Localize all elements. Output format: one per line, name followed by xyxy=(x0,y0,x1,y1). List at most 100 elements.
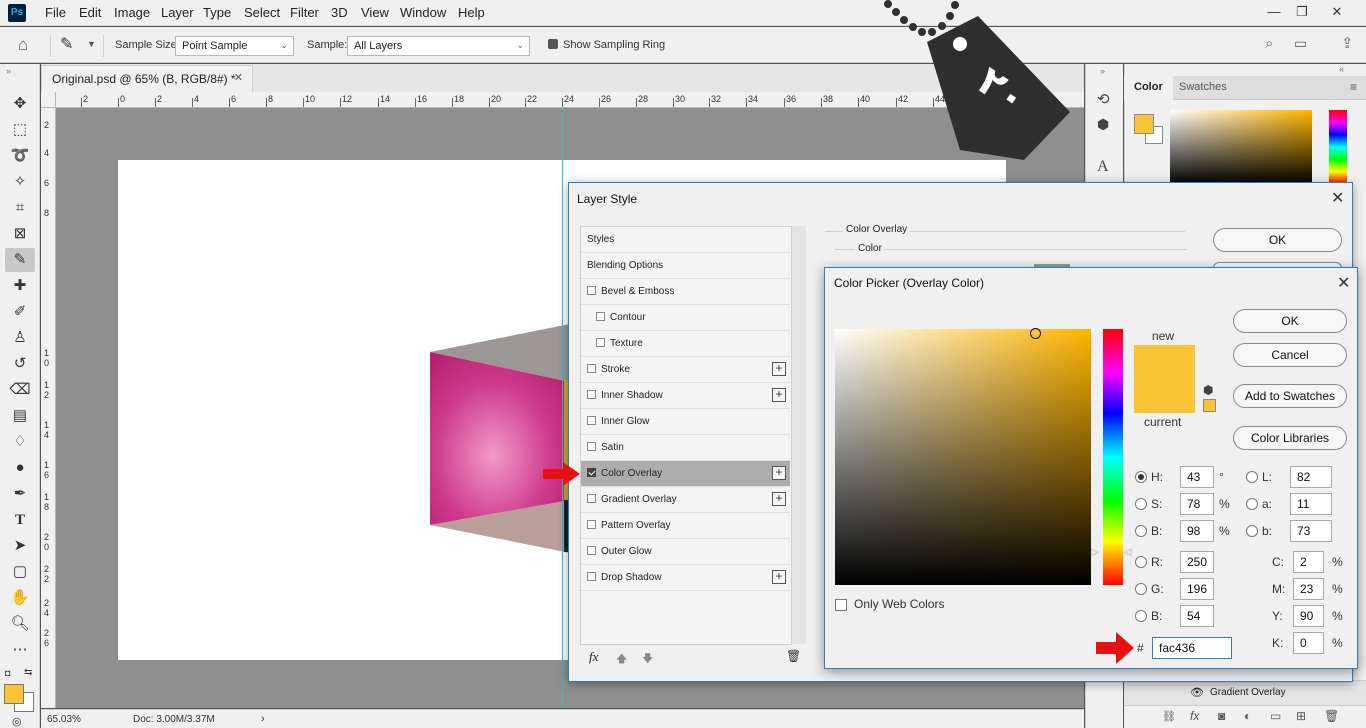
menu-filter[interactable]: Filter xyxy=(290,5,319,20)
style-item-texture[interactable]: Texture xyxy=(581,331,790,357)
collapse-icon[interactable]: » xyxy=(6,66,11,76)
history-brush-tool-icon[interactable]: ↺ xyxy=(5,352,35,376)
lab-value-field[interactable]: 11 xyxy=(1290,493,1332,515)
hsb-value-field[interactable]: 43 xyxy=(1180,466,1214,488)
hsb-radio[interactable] xyxy=(1135,471,1147,483)
menu-select[interactable]: Select xyxy=(244,5,280,20)
shape-tool-icon[interactable]: ▢ xyxy=(5,560,35,584)
move-down-icon[interactable]: 🡇 xyxy=(642,650,653,669)
guide-line[interactable] xyxy=(562,108,563,708)
foreground-color-swatch[interactable] xyxy=(4,684,24,704)
type-tool-icon[interactable]: T xyxy=(5,508,35,532)
style-checkbox[interactable] xyxy=(587,442,596,451)
hsb-radio[interactable] xyxy=(1135,498,1147,510)
only-web-colors-checkbox[interactable] xyxy=(835,599,847,611)
zoom-level[interactable]: 65.03% xyxy=(47,714,81,725)
close-tab-icon[interactable]: ✕ xyxy=(234,71,243,84)
style-checkbox[interactable] xyxy=(587,546,596,555)
crop-tool-icon[interactable]: ⌗ xyxy=(5,196,35,220)
new-layer-icon[interactable]: ⊞ xyxy=(1296,709,1306,723)
style-checkbox[interactable] xyxy=(587,572,596,581)
style-checkbox[interactable] xyxy=(587,286,596,295)
menu-window[interactable]: Window xyxy=(400,5,446,20)
workspace-icon[interactable]: ▭ xyxy=(1294,35,1307,52)
eyedropper-tool-icon[interactable]: ✎ xyxy=(60,34,73,54)
panel-menu-icon[interactable]: ≡ xyxy=(1350,80,1357,94)
panel-color-field[interactable] xyxy=(1170,110,1312,184)
style-checkbox[interactable] xyxy=(596,312,605,321)
add-style-plus-icon[interactable]: + xyxy=(772,492,786,506)
swap-colors-icon[interactable]: ⇆ xyxy=(24,667,32,678)
visibility-eye-icon[interactable]: 👁︎ xyxy=(1190,686,1204,699)
hue-slider-right-arrow[interactable]: ◁ xyxy=(1124,547,1132,558)
style-item-pattern-overlay[interactable]: Pattern Overlay xyxy=(581,513,790,539)
new-group-icon[interactable]: ▭ xyxy=(1270,709,1281,723)
collapse-icon[interactable]: » xyxy=(1100,66,1105,76)
add-style-plus-icon[interactable]: + xyxy=(772,570,786,584)
lab-radio[interactable] xyxy=(1246,525,1258,537)
lab-value-field[interactable]: 82 xyxy=(1290,466,1332,488)
layer-effect-row[interactable]: 👁︎ Gradient Overlay xyxy=(1124,680,1366,705)
zoom-tool-icon[interactable]: 🔍︎ xyxy=(5,612,35,636)
hand-tool-icon[interactable]: ✋ xyxy=(5,586,35,610)
vertical-ruler[interactable]: 2 4 6 8 1 0 1 2 1 4 1 6 1 8 2 0 2 2 2 4 2 6 xyxy=(41,108,56,708)
cmyk-value-field[interactable]: 0 xyxy=(1293,632,1324,654)
color-libraries-button[interactable]: Color Libraries xyxy=(1233,426,1347,450)
history-panel-icon[interactable]: ⟲ xyxy=(1097,90,1110,108)
trash-icon[interactable]: 🗑︎ xyxy=(1324,709,1339,723)
path-selection-tool-icon[interactable]: ➤ xyxy=(5,534,35,558)
color-field-cursor[interactable] xyxy=(1030,328,1041,339)
style-checkbox[interactable] xyxy=(587,364,596,373)
hsb-value-field[interactable]: 78 xyxy=(1180,493,1214,515)
current-color-swatch[interactable] xyxy=(1134,379,1195,413)
chevron-down-icon[interactable]: ▼ xyxy=(87,39,96,49)
style-checkbox[interactable] xyxy=(596,338,605,347)
style-item-color-overlay[interactable]: Color Overlay + xyxy=(581,461,790,487)
hsb-value-field[interactable]: 98 xyxy=(1180,520,1214,542)
rgb-radio[interactable] xyxy=(1135,583,1147,595)
color-picker-cancel-button[interactable]: Cancel xyxy=(1233,343,1347,367)
adjustment-layer-icon[interactable]: ◐ xyxy=(1244,709,1251,723)
lab-radio[interactable] xyxy=(1246,498,1258,510)
chevron-right-icon[interactable]: › xyxy=(261,713,265,725)
eyedropper-tool-icon[interactable]: ✎ xyxy=(5,248,35,272)
style-item-gradient-overlay[interactable]: Gradient Overlay + xyxy=(581,487,790,513)
hue-slider-left-arrow[interactable]: ▷ xyxy=(1091,547,1099,558)
panel-foreground-swatch[interactable] xyxy=(1134,114,1154,134)
rgb-value-field[interactable]: 196 xyxy=(1180,578,1214,600)
trash-icon[interactable]: 🗑︎ xyxy=(786,649,801,663)
close-icon[interactable]: ✕ xyxy=(1331,188,1344,208)
layer-mask-icon[interactable]: ◙ xyxy=(1218,709,1225,723)
tab-color[interactable]: Color xyxy=(1124,76,1173,100)
hex-field[interactable]: fac436 xyxy=(1152,637,1232,659)
style-checkbox[interactable] xyxy=(587,468,596,477)
stamp-tool-icon[interactable]: ♙ xyxy=(5,326,35,350)
style-item-blending-options[interactable]: Blending Options xyxy=(581,253,790,279)
style-item-styles[interactable]: Styles xyxy=(581,227,790,253)
character-panel-icon[interactable]: A xyxy=(1097,158,1109,176)
cmyk-value-field[interactable]: 2 xyxy=(1293,551,1324,573)
style-item-stroke[interactable]: Stroke + xyxy=(581,357,790,383)
fx-icon[interactable]: fx xyxy=(589,649,598,665)
reset-colors-icon[interactable]: ◘ xyxy=(5,668,10,678)
gamut-color-swatch[interactable] xyxy=(1203,399,1216,412)
menu-image[interactable]: Image xyxy=(114,5,150,20)
3d-panel-icon[interactable]: ⬢ xyxy=(1097,116,1109,133)
show-ring-checkbox[interactable] xyxy=(548,39,558,49)
hue-slider[interactable] xyxy=(1103,329,1123,585)
rgb-value-field[interactable]: 250 xyxy=(1180,551,1214,573)
layer-style-ok-button[interactable]: OK xyxy=(1213,228,1342,252)
style-item-contour[interactable]: Contour xyxy=(581,305,790,331)
style-item-inner-shadow[interactable]: Inner Shadow + xyxy=(581,383,790,409)
dodge-tool-icon[interactable]: ● xyxy=(5,456,35,480)
fx-icon[interactable]: fx xyxy=(1190,709,1199,723)
home-icon[interactable]: ⌂ xyxy=(18,35,28,55)
link-layers-icon[interactable]: ⛓ xyxy=(1162,710,1176,723)
menu-file[interactable]: File xyxy=(45,5,66,20)
blur-tool-icon[interactable]: ♢ xyxy=(5,430,35,454)
close-window-button[interactable]: ✕ xyxy=(1326,3,1348,21)
style-item-drop-shadow[interactable]: Drop Shadow + xyxy=(581,565,790,591)
add-to-swatches-button[interactable]: Add to Swatches xyxy=(1233,384,1347,408)
add-style-plus-icon[interactable]: + xyxy=(772,388,786,402)
sample-size-select[interactable]: Point Sample ⌄ xyxy=(175,36,294,56)
